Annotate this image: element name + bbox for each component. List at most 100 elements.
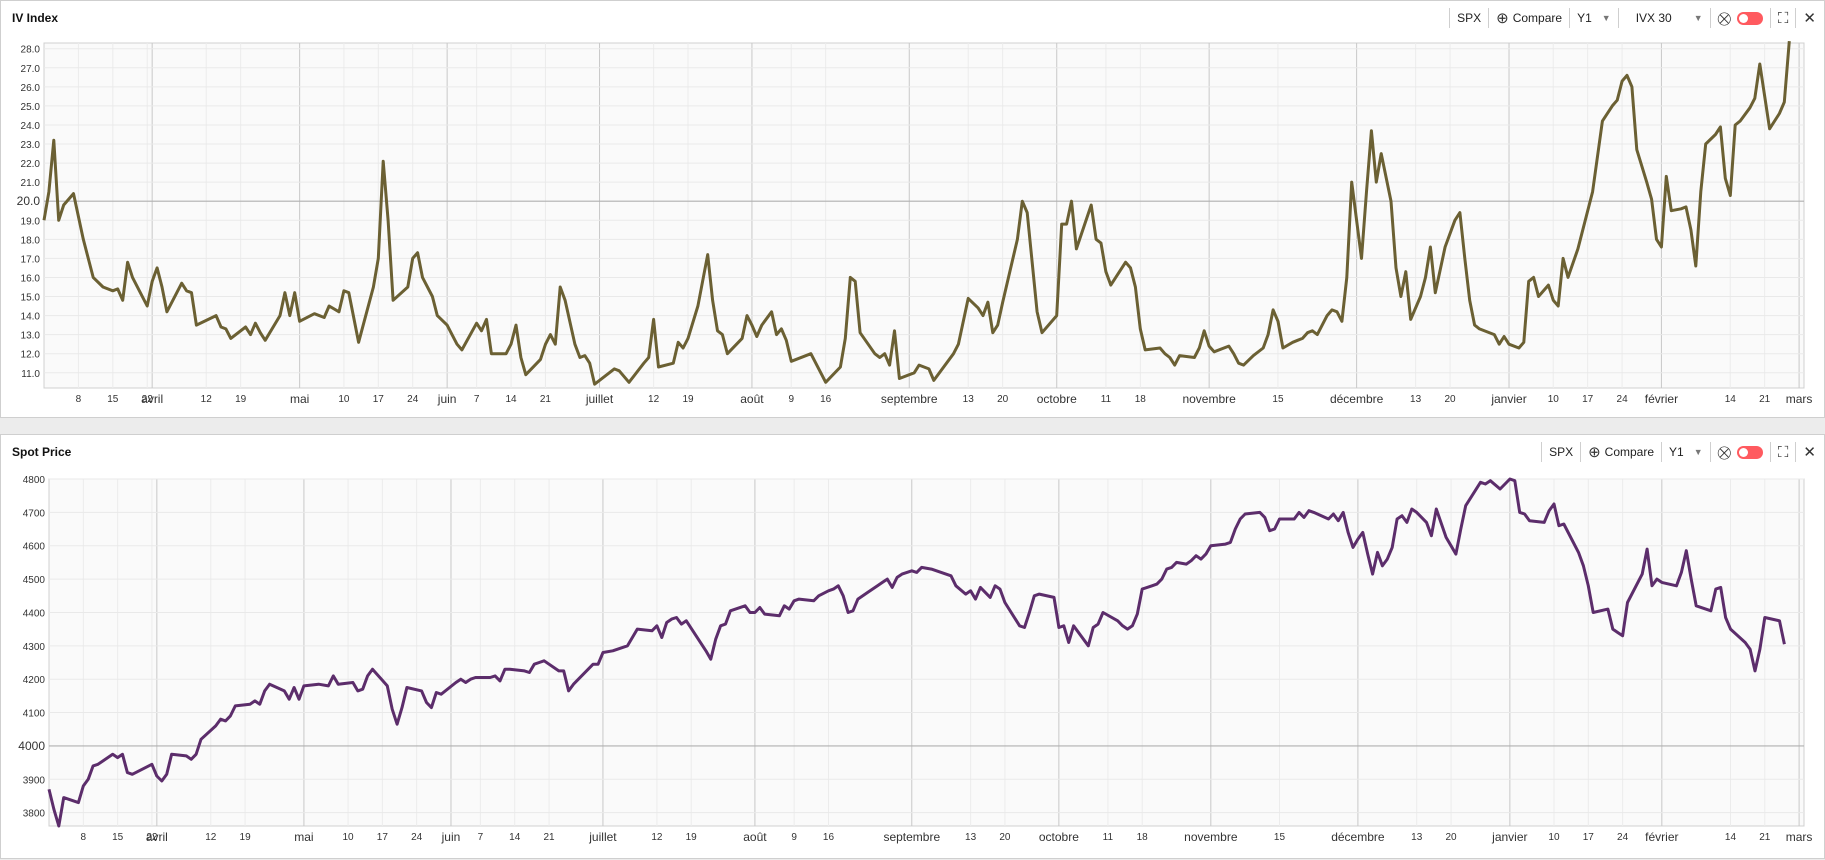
x-tick-label: 8 <box>76 394 82 405</box>
x-month-label: septembre <box>881 392 938 406</box>
x-tick-label: 7 <box>478 832 484 843</box>
x-tick-label: 20 <box>997 394 1009 405</box>
x-tick-label: 18 <box>1135 394 1147 405</box>
y-tick-label: 24.0 <box>21 121 41 132</box>
x-tick-label: 21 <box>1759 832 1771 843</box>
y-tick-label: 28.0 <box>21 45 41 56</box>
x-month-label: septembre <box>883 830 940 844</box>
x-month-label: avril <box>141 392 163 406</box>
x-tick-label: 14 <box>505 394 517 405</box>
x-month-label: mai <box>290 392 309 406</box>
x-month-label: décembre <box>1330 392 1384 406</box>
plot-area <box>48 478 1805 827</box>
x-month-label: juillet <box>585 392 614 406</box>
x-tick-label: 21 <box>1759 394 1771 405</box>
x-tick-label: 14 <box>1725 394 1737 405</box>
y-tick-label: 13.0 <box>21 331 41 342</box>
x-tick-label: 24 <box>407 394 419 405</box>
y-tick-label: 4000 <box>18 739 45 753</box>
x-month-label: janvier <box>1491 830 1527 844</box>
x-tick-label: 24 <box>1617 394 1629 405</box>
x-tick-label: 8 <box>81 832 87 843</box>
x-month-label: avril <box>146 830 168 844</box>
y-tick-label: 23.0 <box>21 140 41 151</box>
x-tick-label: 19 <box>682 394 694 405</box>
y-tick-label: 19.0 <box>21 216 41 227</box>
iv-index-chart: 11.0 12.0 13.0 14.0 15.0 16.0 17.0 18.0 19.0 20.0… <box>17 40 1813 406</box>
y-tick-label: 21.0 <box>21 178 41 189</box>
x-tick-label: 14 <box>509 832 521 843</box>
x-tick-label: 11 <box>1103 832 1114 843</box>
x-month-label: juillet <box>588 830 617 844</box>
x-tick-label: 15 <box>107 394 119 405</box>
x-month-label: juin <box>441 830 461 844</box>
y-tick-label: 14.0 <box>21 312 41 323</box>
x-tick-label: 10 <box>342 832 354 843</box>
y-tick-label: 4500 <box>23 575 46 586</box>
x-tick-label: 24 <box>411 832 423 843</box>
y-tick-label: 16.0 <box>21 273 41 284</box>
x-tick-label: 12 <box>651 832 663 843</box>
y-tick-label: 4400 <box>23 608 46 619</box>
x-tick-label: 20 <box>999 832 1011 843</box>
x-tick-label: 17 <box>1582 394 1594 405</box>
x-tick-label: 9 <box>788 394 794 405</box>
x-month-label: août <box>740 392 764 406</box>
x-tick-label: 19 <box>235 394 247 405</box>
x-tick-label: 24 <box>1617 832 1629 843</box>
x-month-label: août <box>743 830 767 844</box>
spot-price-chart: 3800 3900 4000 4100 4200 4300 4400 4500 4600 4700… <box>18 475 1812 844</box>
y-tick-label: 27.0 <box>21 64 41 75</box>
y-tick-label: 4700 <box>23 508 46 519</box>
y-tick-label: 25.0 <box>21 102 41 113</box>
x-tick-label: 21 <box>543 832 555 843</box>
x-tick-label: 12 <box>205 832 217 843</box>
x-tick-label: 12 <box>648 394 660 405</box>
x-month-label: mai <box>294 830 313 844</box>
x-tick-label: 17 <box>377 832 389 843</box>
x-tick-label: 12 <box>201 394 213 405</box>
x-tick-label: 15 <box>1272 394 1284 405</box>
x-tick-label: 13 <box>1410 394 1422 405</box>
y-tick-label: 4200 <box>23 675 46 686</box>
y-tick-label: 3900 <box>23 775 46 786</box>
x-month-label: mars <box>1786 392 1813 406</box>
y-tick-label: 17.0 <box>21 254 41 265</box>
x-month-label: janvier <box>1490 392 1526 406</box>
y-tick-label: 4600 <box>23 542 46 553</box>
x-tick-label: 13 <box>963 394 975 405</box>
y-tick-label: 18.0 <box>21 235 41 246</box>
x-tick-label: 15 <box>112 832 124 843</box>
x-tick-label: 19 <box>240 832 252 843</box>
x-month-label: juin <box>437 392 457 406</box>
x-tick-label: 14 <box>1725 832 1737 843</box>
x-tick-label: 17 <box>373 394 385 405</box>
iv-index-panel: IV Index SPX ⊕ Compare Y1 ▼ IVX 30 ▼ ⛒ ⛶… <box>0 0 1825 418</box>
y-tick-label: 20.0 <box>17 194 41 208</box>
x-tick-label: 9 <box>791 832 797 843</box>
x-tick-label: 19 <box>686 832 698 843</box>
x-tick-label: 10 <box>1548 394 1560 405</box>
x-month-label: octobre <box>1039 830 1079 844</box>
x-month-label: février <box>1645 830 1678 844</box>
x-month-label: novembre <box>1182 392 1236 406</box>
x-month-label: décembre <box>1331 830 1385 844</box>
x-month-label: février <box>1645 392 1678 406</box>
y-tick-label: 3800 <box>23 809 46 820</box>
x-tick-label: 16 <box>823 832 835 843</box>
x-tick-label: 10 <box>338 394 350 405</box>
y-tick-label: 11.0 <box>21 369 40 380</box>
y-tick-label: 4800 <box>23 475 46 486</box>
x-month-label: novembre <box>1184 830 1238 844</box>
y-tick-label: 4100 <box>23 709 46 720</box>
x-tick-label: 20 <box>1445 832 1457 843</box>
x-tick-label: 7 <box>474 394 480 405</box>
x-tick-label: 16 <box>820 394 832 405</box>
y-tick-label: 15.0 <box>21 293 41 304</box>
x-tick-label: 13 <box>1411 832 1423 843</box>
x-tick-label: 13 <box>965 832 977 843</box>
x-tick-label: 21 <box>540 394 552 405</box>
x-tick-label: 18 <box>1137 832 1149 843</box>
y-tick-label: 26.0 <box>21 83 41 94</box>
plot-area <box>43 42 1805 389</box>
